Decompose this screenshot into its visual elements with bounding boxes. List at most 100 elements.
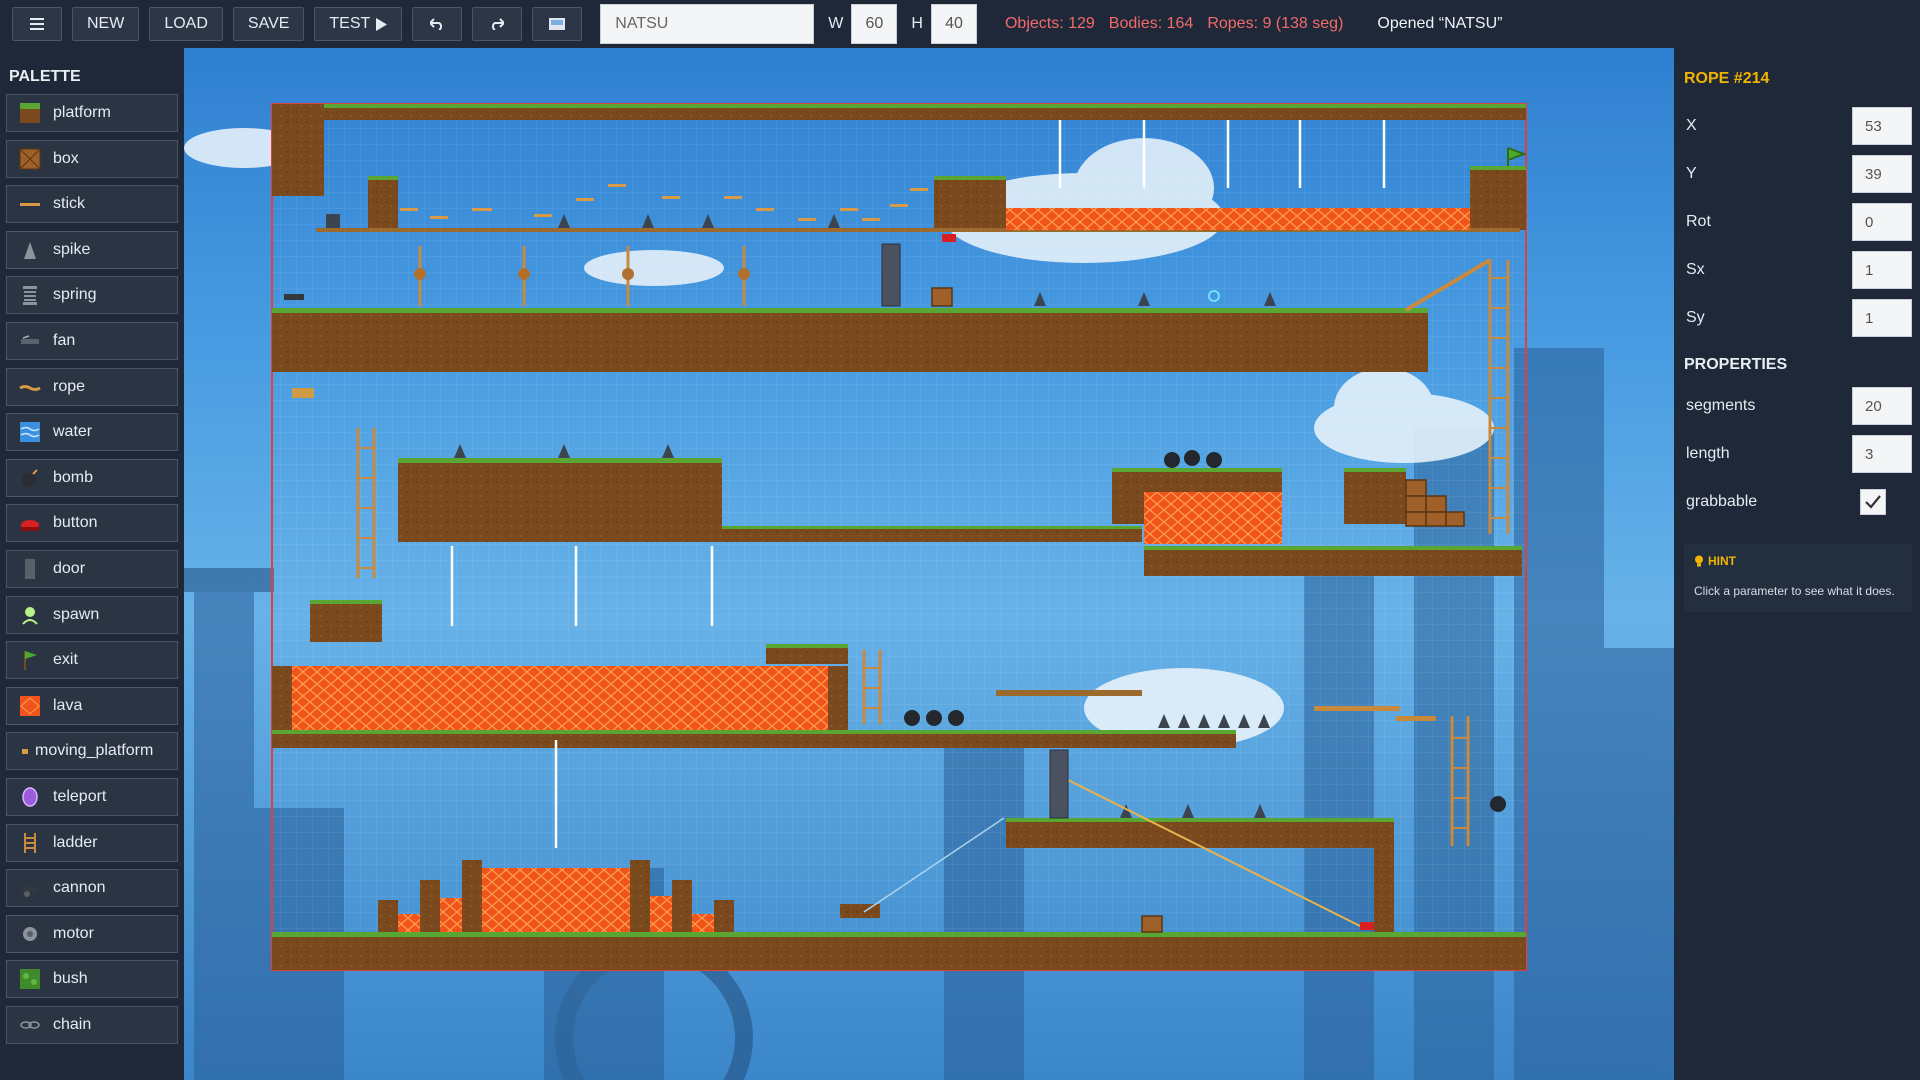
button-switch-lower — [1360, 922, 1374, 930]
field-sy-input[interactable]: 1 — [1852, 299, 1912, 337]
field-sy-row: Sy 1 — [1684, 294, 1912, 342]
height-label: H — [911, 15, 923, 32]
hint-box: HINT Click a parameter to see what it do… — [1684, 544, 1912, 612]
palette-item-label: bush — [53, 970, 88, 988]
field-y-label: Y — [1686, 165, 1697, 182]
water-icon — [19, 421, 41, 443]
palette-item-rope[interactable]: rope — [6, 367, 178, 406]
field-sx-input[interactable]: 1 — [1852, 251, 1912, 289]
lightbulb-icon — [1695, 555, 1703, 567]
palette-item-bush[interactable]: bush — [6, 960, 178, 999]
palette-item-label: stick — [53, 195, 85, 213]
moving-platform-icon — [21, 740, 29, 762]
checkmark-icon — [1865, 495, 1881, 509]
palette-item-water[interactable]: water — [6, 413, 178, 452]
property-length-input[interactable]: 3 — [1852, 435, 1912, 473]
palette-item-box[interactable]: box — [6, 139, 178, 178]
field-x-label: X — [1686, 117, 1697, 134]
palette-item-label: moving_platform — [35, 742, 154, 760]
hint-header: HINT — [1694, 554, 1904, 568]
palette-item-moving-platform[interactable]: moving_platform — [6, 732, 178, 771]
property-segments-label: segments — [1686, 397, 1756, 414]
palette-list: platform box stick spike spring fan rope water b… — [6, 94, 178, 1044]
transform-fields: X 53 Y 39 Rot 0 Sx 1 Sy 1 — [1684, 102, 1912, 342]
palette-item-label: cannon — [53, 879, 106, 897]
palette-item-cannon[interactable]: cannon — [6, 869, 178, 908]
test-label: TEST — [329, 15, 371, 32]
palette-item-label: door — [53, 559, 86, 577]
field-y-input[interactable]: 39 — [1852, 155, 1912, 193]
palette-item-ladder[interactable]: ladder — [6, 823, 178, 862]
undo-button[interactable] — [412, 7, 463, 41]
palette-panel: PALETTE platform box stick spike spring fan ro… — [0, 48, 184, 1080]
fan-icon — [19, 330, 41, 352]
palette-item-label: exit — [53, 651, 78, 669]
palette-item-exit[interactable]: exit — [6, 641, 178, 680]
hamburger-icon — [30, 18, 44, 30]
undo-icon — [430, 18, 443, 30]
spawn-icon — [19, 604, 41, 626]
palette-item-bomb[interactable]: bomb — [6, 458, 178, 497]
palette-item-spring[interactable]: spring — [6, 276, 178, 315]
field-x-input[interactable]: 53 — [1852, 107, 1912, 145]
save-button[interactable]: SAVE — [232, 7, 305, 41]
palette-item-label: fan — [53, 331, 76, 349]
box-icon — [19, 148, 41, 170]
test-button[interactable]: TEST — [314, 7, 403, 41]
palette-item-label: spawn — [53, 605, 100, 623]
palette-item-spawn[interactable]: spawn — [6, 595, 178, 634]
stick-icon — [19, 193, 41, 215]
field-rot-input[interactable]: 0 — [1852, 203, 1912, 241]
palette-item-fan[interactable]: fan — [6, 321, 178, 360]
grabbable-checkbox[interactable] — [1860, 489, 1886, 515]
spring-icon — [19, 284, 41, 306]
property-segments-input[interactable]: 20 — [1852, 387, 1912, 425]
level-scene[interactable] — [184, 48, 1674, 1080]
image-icon — [549, 18, 566, 30]
field-sx-row: Sx 1 — [1684, 246, 1912, 294]
palette-item-label: rope — [53, 377, 86, 395]
field-x-row: X 53 — [1684, 102, 1912, 150]
fan — [292, 388, 314, 398]
field-sx-label: Sx — [1686, 261, 1705, 278]
button-switch — [942, 234, 956, 242]
property-fields: segments 20 length 3 — [1684, 382, 1912, 478]
palette-item-label: water — [53, 423, 93, 441]
button-icon — [19, 512, 41, 534]
exit-flag-icon — [19, 649, 41, 671]
palette-item-label: platform — [53, 104, 111, 121]
width-label: W — [828, 15, 844, 32]
palette-item-platform[interactable]: platform — [6, 94, 178, 132]
level-canvas[interactable] — [184, 48, 1674, 1080]
palette-item-lava[interactable]: lava — [6, 686, 178, 725]
palette-item-button[interactable]: button — [6, 504, 178, 543]
cannon-icon — [19, 877, 41, 899]
top-toolbar: NEW LOAD SAVE TEST NATSU W 60 H 40 Objec… — [0, 0, 1920, 48]
redo-button[interactable] — [472, 7, 523, 41]
menu-button[interactable] — [12, 7, 62, 41]
screenshot-button[interactable] — [532, 7, 583, 41]
field-sy-label: Sy — [1686, 309, 1705, 326]
width-input[interactable]: 60 — [851, 4, 898, 44]
palette-item-motor[interactable]: motor — [6, 914, 178, 953]
palette-item-label: spike — [53, 240, 91, 258]
property-length-row: length 3 — [1684, 430, 1912, 478]
teleport-icon — [19, 786, 41, 808]
level-name-input[interactable]: NATSU — [600, 4, 815, 44]
play-icon — [376, 17, 388, 31]
bush-icon — [19, 968, 41, 990]
palette-item-door[interactable]: door — [6, 549, 178, 588]
load-button[interactable]: LOAD — [149, 7, 223, 41]
status-message: Opened “NATSU” — [1377, 15, 1503, 32]
spike-icon — [19, 239, 41, 261]
properties-title: PROPERTIES — [1684, 356, 1788, 373]
palette-item-label: motor — [53, 924, 94, 942]
bomb-icon — [19, 467, 41, 489]
palette-item-stick[interactable]: stick — [6, 185, 178, 224]
grabbable-row: grabbable — [1684, 478, 1912, 526]
palette-item-chain[interactable]: chain — [6, 1005, 178, 1044]
height-input[interactable]: 40 — [930, 4, 977, 44]
new-button[interactable]: NEW — [72, 7, 140, 41]
palette-item-teleport[interactable]: teleport — [6, 777, 178, 816]
palette-item-spike[interactable]: spike — [6, 230, 178, 269]
